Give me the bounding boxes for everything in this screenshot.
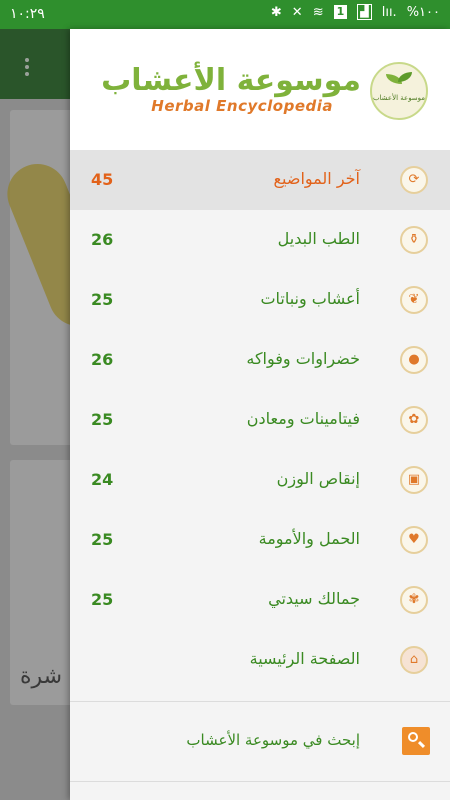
scale-icon: ▣ [400,466,428,494]
search-icon [402,727,430,755]
item-count: 26 [91,230,114,249]
status-icons: ✱ ✕ ≋ 1 ▟ lıı. %١٠٠ [271,4,440,20]
navigation-drawer: موسوعة الأعشاب Herbal Encyclopedia موسوع… [70,29,450,800]
home-icon: ⌂ [400,646,428,674]
item-label: خضراوات وفواكه [246,349,360,368]
item-label: أعشاب ونباتات [260,289,360,308]
drawer-item-vegetables-fruits[interactable]: 26 خضراوات وفواكه ● [70,330,450,390]
search-encyclopedia-button[interactable]: إبحث في موسوعة الأعشاب [70,711,450,771]
mute-icon: ✕ [291,4,303,20]
drawer-item-latest[interactable]: 45 آخر المواضيع ⟳ [70,150,450,210]
drawer-header: موسوعة الأعشاب Herbal Encyclopedia موسوع… [70,29,450,150]
item-label: الصفحة الرئيسية [249,649,360,668]
drawer-item-beauty[interactable]: 25 جمالك سيدتي ✾ [70,570,450,630]
divider [70,781,450,782]
logo-english: Herbal Encyclopedia [151,97,333,115]
divider [70,701,450,702]
item-count: 25 [91,590,114,609]
app-logo-text: موسوعة الأعشاب Herbal Encyclopedia [101,63,361,117]
item-count: 24 [91,470,114,489]
logo-badge-text: موسوعة الأعشاب [372,94,426,102]
mother-icon: ♥ [400,526,428,554]
beauty-icon: ✾ [400,586,428,614]
item-label: إنقاص الوزن [276,469,360,488]
item-count: 25 [91,530,114,549]
drawer-item-alternative-medicine[interactable]: 26 الطب البديل ⚱ [70,210,450,270]
wifi-icon: ≋ [312,4,324,20]
item-count: 26 [91,350,114,369]
vitamins-icon: ✿ [400,406,428,434]
refresh-icon: ⟳ [400,166,428,194]
drawer-menu: 45 آخر المواضيع ⟳ 26 الطب البديل ⚱ 25 أع… [70,150,450,690]
item-count: 45 [91,170,114,189]
signal-box-icon: ▟ [357,4,372,20]
item-label: جمالك سيدتي [268,589,360,608]
drawer-item-weight-loss[interactable]: 24 إنقاص الوزن ▣ [70,450,450,510]
item-label: آخر المواضيع [273,169,360,188]
search-label: إبحث في موسوعة الأعشاب [186,731,360,749]
status-bar: ١٠:٢٩ ✱ ✕ ≋ 1 ▟ lıı. %١٠٠ [0,0,450,29]
logo-arabic: موسوعة الأعشاب [101,63,361,98]
mortar-icon: ⚱ [400,226,428,254]
leaf-icon: ❦ [400,286,428,314]
item-label: فيتامينات ومعادن [246,409,360,428]
signal-icon: lıı. [381,4,397,20]
bluetooth-icon: ✱ [270,4,282,20]
drawer-item-herbs[interactable]: 25 أعشاب ونباتات ❦ [70,270,450,330]
drawer-item-home[interactable]: الصفحة الرئيسية ⌂ [70,630,450,690]
logo-badge-icon: موسوعة الأعشاب [370,62,428,120]
item-label: الحمل والأمومة [258,529,360,548]
battery-level: %١٠٠ [406,4,440,20]
drawer-item-pregnancy[interactable]: 25 الحمل والأمومة ♥ [70,510,450,570]
status-time: ١٠:٢٩ [10,6,45,22]
drawer-item-vitamins[interactable]: 25 فيتامينات ومعادن ✿ [70,390,450,450]
sim-icon: 1 [333,5,348,19]
item-label: الطب البديل [277,229,360,248]
item-count: 25 [91,290,114,309]
item-count: 25 [91,410,114,429]
apple-icon: ● [400,346,428,374]
